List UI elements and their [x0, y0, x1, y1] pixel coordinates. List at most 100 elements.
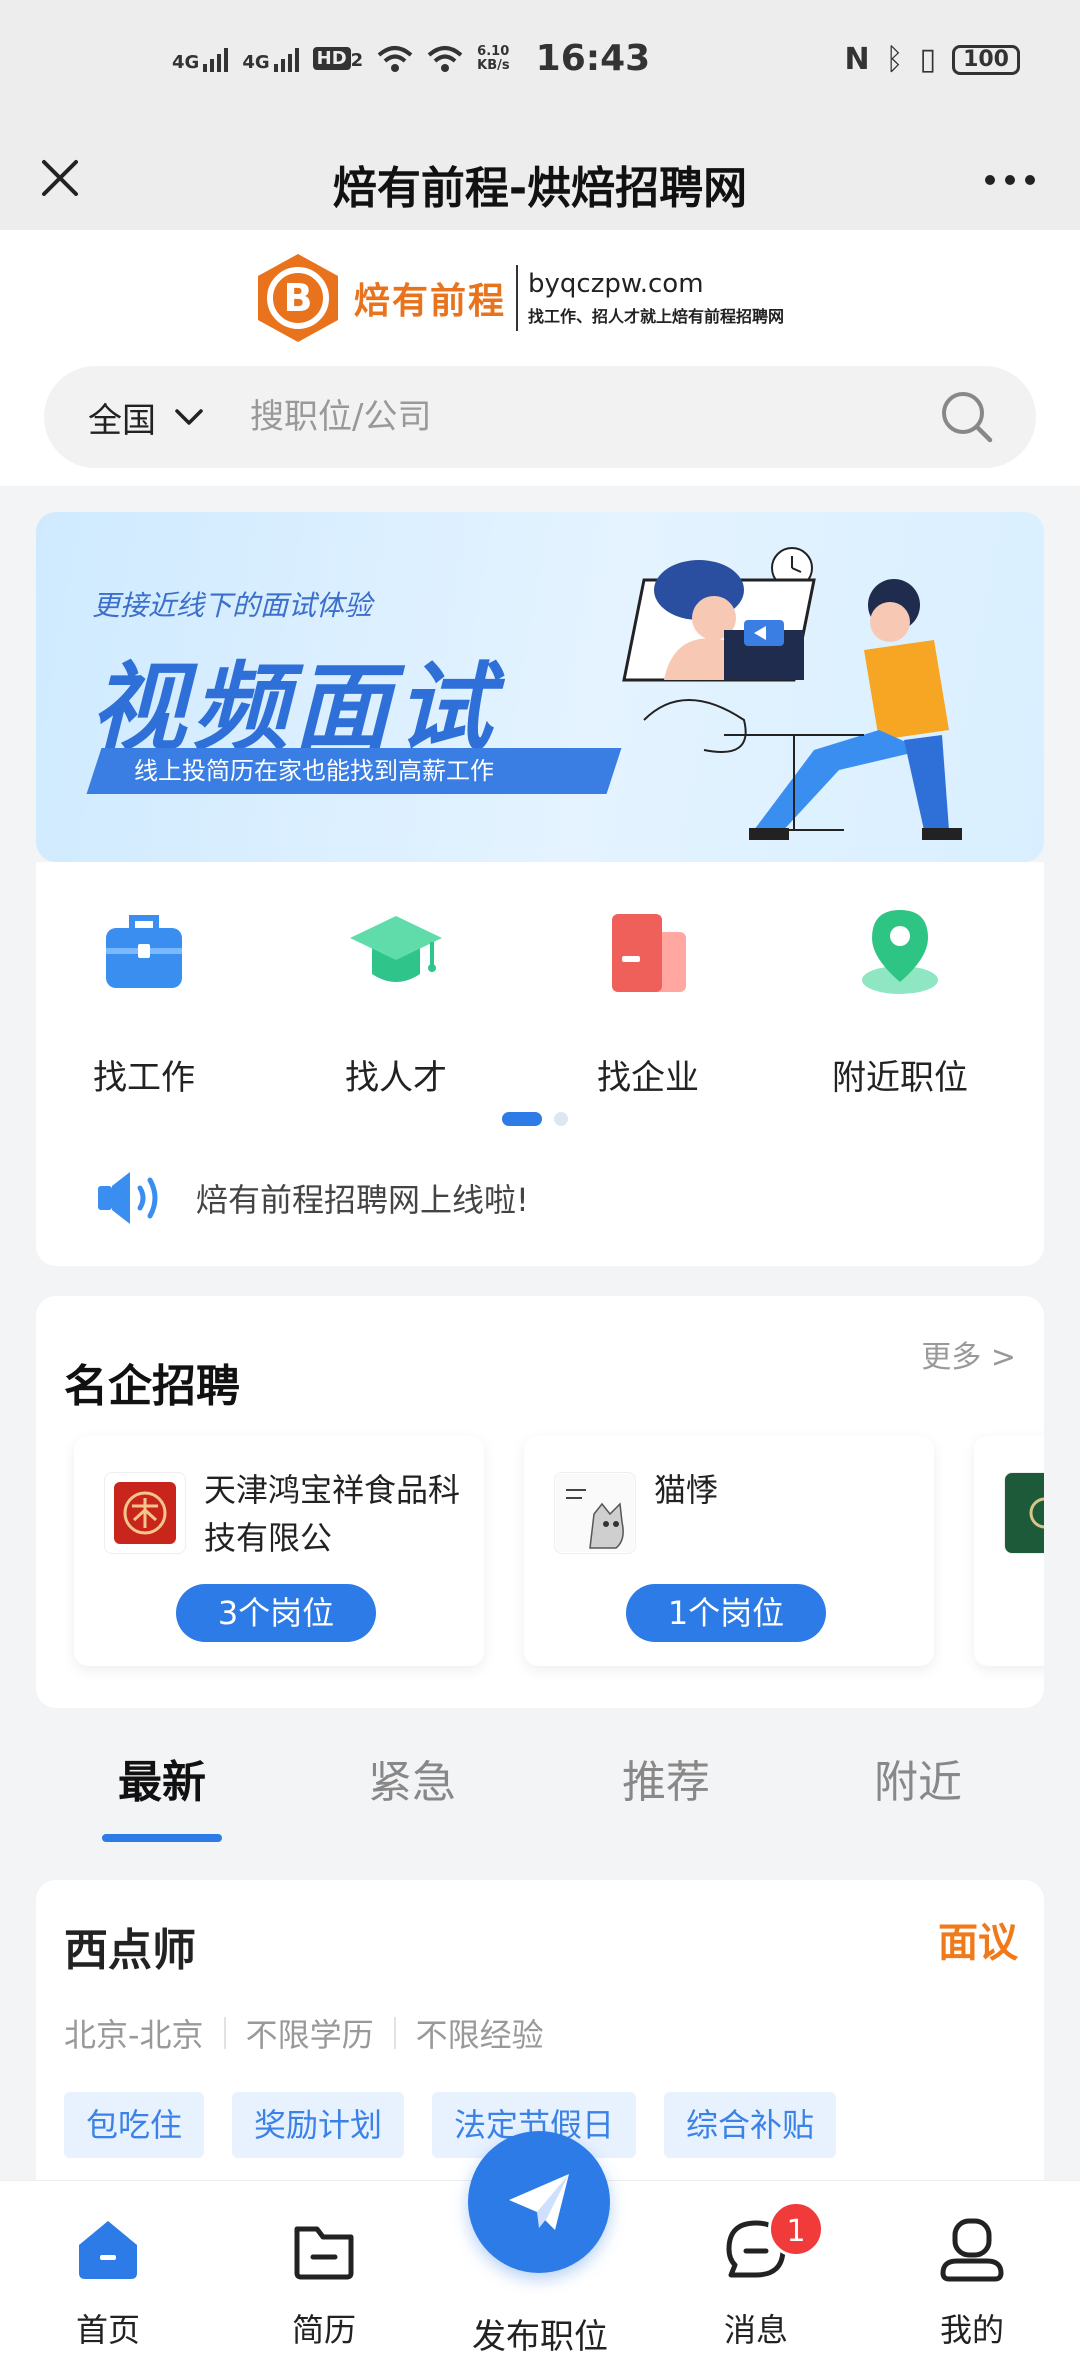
svg-text:B: B: [284, 276, 313, 320]
nav-messages[interactable]: 1 消息: [676, 2201, 836, 2351]
page-title: 焙有前程-烘焙招聘网: [332, 163, 748, 214]
nav-label: 首页: [75, 2311, 140, 2349]
announcement-text: 焙有前程招聘网上线啦!: [196, 1181, 529, 1219]
company-name: 天津鸿宝祥食品科技有限公: [204, 1471, 461, 1557]
paper-plane-icon: [509, 2174, 569, 2230]
nav-label: 我的: [939, 2311, 1004, 2349]
status-bar: 4G 4G HD 2 6.10 KB/s 16:43 N ᛒ ▯ 100: [0, 0, 1080, 130]
signal-icon: [273, 46, 299, 72]
building-icon: [612, 914, 686, 992]
company-card[interactable]: 天津鸿宝祥食品科技有限公 3个岗位: [74, 1436, 484, 1666]
signal-icon: [203, 46, 229, 72]
home-icon: [79, 2221, 137, 2279]
folder-icon: [294, 2226, 354, 2280]
logo-mark-icon: B: [258, 254, 338, 342]
quick-nav: 找工作 找人才 找企业 附近职位 焙有前程招聘网上线啦!: [36, 862, 1044, 1266]
wifi-icon: [377, 45, 413, 72]
job-tag: 综合补贴: [664, 2092, 837, 2158]
company-name: 猫悸: [654, 1471, 719, 1509]
job-tabs: 最新 紧急 推荐 附近: [0, 1730, 1080, 1842]
vibrate-icon: ▯: [919, 42, 937, 77]
job-education: 不限学历: [245, 2016, 374, 2054]
status-right: N ᛒ ▯ 100: [844, 42, 1020, 77]
briefcase-icon: [106, 915, 182, 988]
job-location: 北京-北京: [64, 2016, 204, 2054]
job-salary: 面议: [938, 1920, 1018, 1966]
indicator-dot-active: [502, 1112, 542, 1126]
network-1: 4G: [172, 46, 229, 72]
nav-resume[interactable]: 简历: [244, 2215, 404, 2351]
search-input[interactable]: [250, 397, 890, 437]
network-2: 4G: [242, 46, 299, 72]
active-tab-indicator: [102, 1834, 222, 1842]
promo-banner[interactable]: 更接近线下的面试体验 视频面试 线上投简历在家也能找到高薪工作: [36, 512, 1044, 862]
search-bar: 全国: [44, 366, 1036, 468]
job-experience: 不限经验: [415, 2016, 544, 2054]
speaker-icon: [98, 1172, 158, 1224]
logo-right: byqczpw.com 找工作、招人才就上焙有前程招聘网: [528, 269, 784, 327]
quick-nav-find-company[interactable]: 找企业: [548, 902, 748, 1099]
meta-divider: [223, 2017, 226, 2049]
nfc-icon: N: [844, 42, 870, 77]
status-left: 4G 4G HD 2 6.10 KB/s 16:43: [172, 38, 650, 79]
wifi-icon: [427, 45, 463, 72]
company-jobs-button[interactable]: 1个岗位: [626, 1584, 826, 1642]
nav-label: 消息: [723, 2311, 788, 2349]
region-selector[interactable]: 全国: [88, 393, 156, 442]
hd-badge: HD 2: [312, 47, 363, 70]
nav-label: 简历: [291, 2311, 356, 2349]
banner-strip: 线上投简历在家也能找到高薪工作: [86, 748, 622, 794]
company-logo: [554, 1472, 636, 1554]
quick-nav-find-job[interactable]: 找工作: [44, 902, 244, 1099]
page-indicator: [502, 1112, 568, 1126]
site-header: B 焙有前程 byqczpw.com 找工作、招人才就上焙有前程招聘网 全国: [0, 230, 1080, 486]
tab-latest[interactable]: 最新: [62, 1746, 262, 1810]
company-jobs-button[interactable]: 3个岗位: [176, 1584, 376, 1642]
title-bar: 焙有前程-烘焙招聘网: [0, 130, 1080, 230]
more-link[interactable]: 更多 >: [921, 1332, 1016, 1376]
clock: 16:43: [535, 38, 651, 79]
quick-nav-label: 找企业: [597, 1058, 699, 1098]
more-icon[interactable]: [980, 160, 1040, 200]
company-logo: [1004, 1472, 1044, 1554]
tab-urgent[interactable]: 紧急: [312, 1746, 512, 1810]
user-icon: [940, 2218, 1004, 2282]
job-title: 西点师: [64, 1925, 196, 1976]
search-icon[interactable]: [938, 388, 996, 446]
net-speed: 6.10 KB/s: [477, 43, 510, 73]
quick-nav-find-talent[interactable]: 找人才: [296, 902, 496, 1099]
logo-domain: byqczpw.com: [528, 269, 704, 299]
quick-nav-nearby-jobs[interactable]: 附近职位: [800, 902, 1000, 1099]
publish-job-button[interactable]: [468, 2131, 610, 2273]
unread-badge: 1: [768, 2201, 824, 2257]
job-meta: 北京-北京 不限学历 不限经验: [64, 2010, 544, 2056]
nav-home[interactable]: 首页: [28, 2215, 188, 2351]
company-card-partial[interactable]: [974, 1436, 1044, 1666]
company-card[interactable]: 猫悸 1个岗位: [524, 1436, 934, 1666]
location-pin-icon: [862, 910, 938, 994]
cat-logo-icon: [556, 1474, 634, 1552]
company-logo-icon: [1029, 1497, 1044, 1529]
section-title: 名企招聘: [64, 1361, 240, 1412]
company-logo: [104, 1472, 186, 1554]
bottom-nav: 首页 简历 发布职位 1 消息 我的: [0, 2131, 1080, 2376]
quick-nav-label: 找人才: [345, 1058, 447, 1098]
nav-mine[interactable]: 我的: [892, 2215, 1052, 2351]
chevron-down-icon[interactable]: [172, 406, 206, 428]
quick-nav-label: 附近职位: [832, 1058, 968, 1098]
tab-recommended[interactable]: 推荐: [566, 1746, 766, 1810]
battery-icon: 100: [952, 44, 1020, 75]
meta-divider: [393, 2017, 396, 2049]
banner-subtitle: 更接近线下的面试体验: [92, 589, 373, 622]
job-tag: 包吃住: [64, 2092, 205, 2158]
logo-slogan: 找工作、招人才就上焙有前程招聘网: [528, 307, 785, 326]
indicator-dot: [554, 1112, 568, 1126]
famous-companies-section: 名企招聘 更多 > 天津鸿宝祥食品科技有限公 3个岗位 猫悸 1个岗位: [36, 1296, 1044, 1708]
site-logo: B 焙有前程 byqczpw.com 找工作、招人才就上焙有前程招聘网: [250, 250, 784, 346]
announcement[interactable]: 焙有前程招聘网上线啦!: [94, 1166, 529, 1230]
video-interview-illustration: [622, 547, 962, 840]
bluetooth-icon: ᛒ: [885, 42, 904, 77]
graduation-cap-icon: [350, 916, 442, 982]
logo-divider: [516, 265, 519, 331]
tab-nearby[interactable]: 附近: [818, 1746, 1018, 1810]
